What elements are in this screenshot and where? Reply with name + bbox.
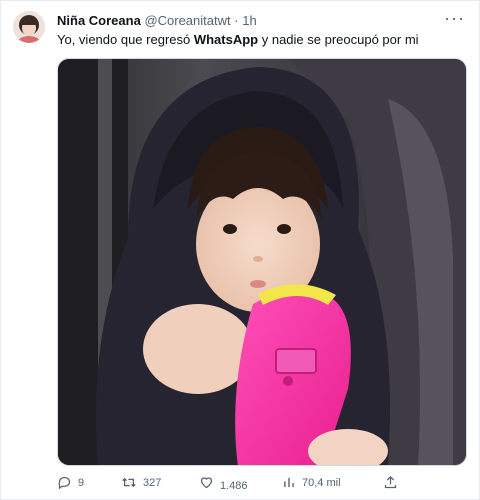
like-button[interactable]: 1.486: [199, 475, 248, 492]
reply-button[interactable]: 9: [57, 475, 84, 490]
tweet-text-before: Yo, viendo que regresó: [57, 32, 194, 47]
tweet-text-after: y nadie se preocupó por mi: [258, 32, 419, 47]
tweet-text: Yo, viendo que regresó WhatsApp y nadie …: [57, 32, 419, 48]
display-name[interactable]: Niña Coreana: [57, 13, 141, 28]
share-button[interactable]: [383, 475, 398, 490]
tweet-card[interactable]: Niña Coreana @Coreanitatwt · 1h ··· Yo, …: [0, 0, 480, 500]
tweet-text-bold: WhatsApp: [193, 32, 259, 47]
timestamp[interactable]: 1h: [242, 13, 256, 28]
views-count: 70,4 mil: [302, 476, 341, 489]
action-bar: 9 327 1.486 70,4 mil: [57, 475, 467, 493]
share-upload-icon: [384, 475, 397, 489]
bar-chart-icon: [284, 477, 294, 488]
handle[interactable]: @Coreanitatwt: [144, 13, 230, 28]
reply-bubble-icon: [58, 476, 71, 490]
avatar[interactable]: [13, 11, 45, 43]
reply-count: 9: [78, 476, 85, 489]
tweet-header: Niña Coreana @Coreanitatwt · 1h: [57, 13, 439, 29]
like-count: 1.486: [220, 479, 248, 492]
heart-icon: [200, 477, 213, 489]
retweet-arrows-icon: [122, 477, 136, 488]
separator: ·: [234, 13, 239, 28]
retweet-count: 327: [143, 476, 162, 489]
more-dots-icon[interactable]: ···: [444, 9, 465, 27]
retweet-button[interactable]: 327: [121, 475, 161, 490]
tweet-photo[interactable]: [57, 58, 467, 466]
views-button[interactable]: 70,4 mil: [282, 475, 341, 490]
